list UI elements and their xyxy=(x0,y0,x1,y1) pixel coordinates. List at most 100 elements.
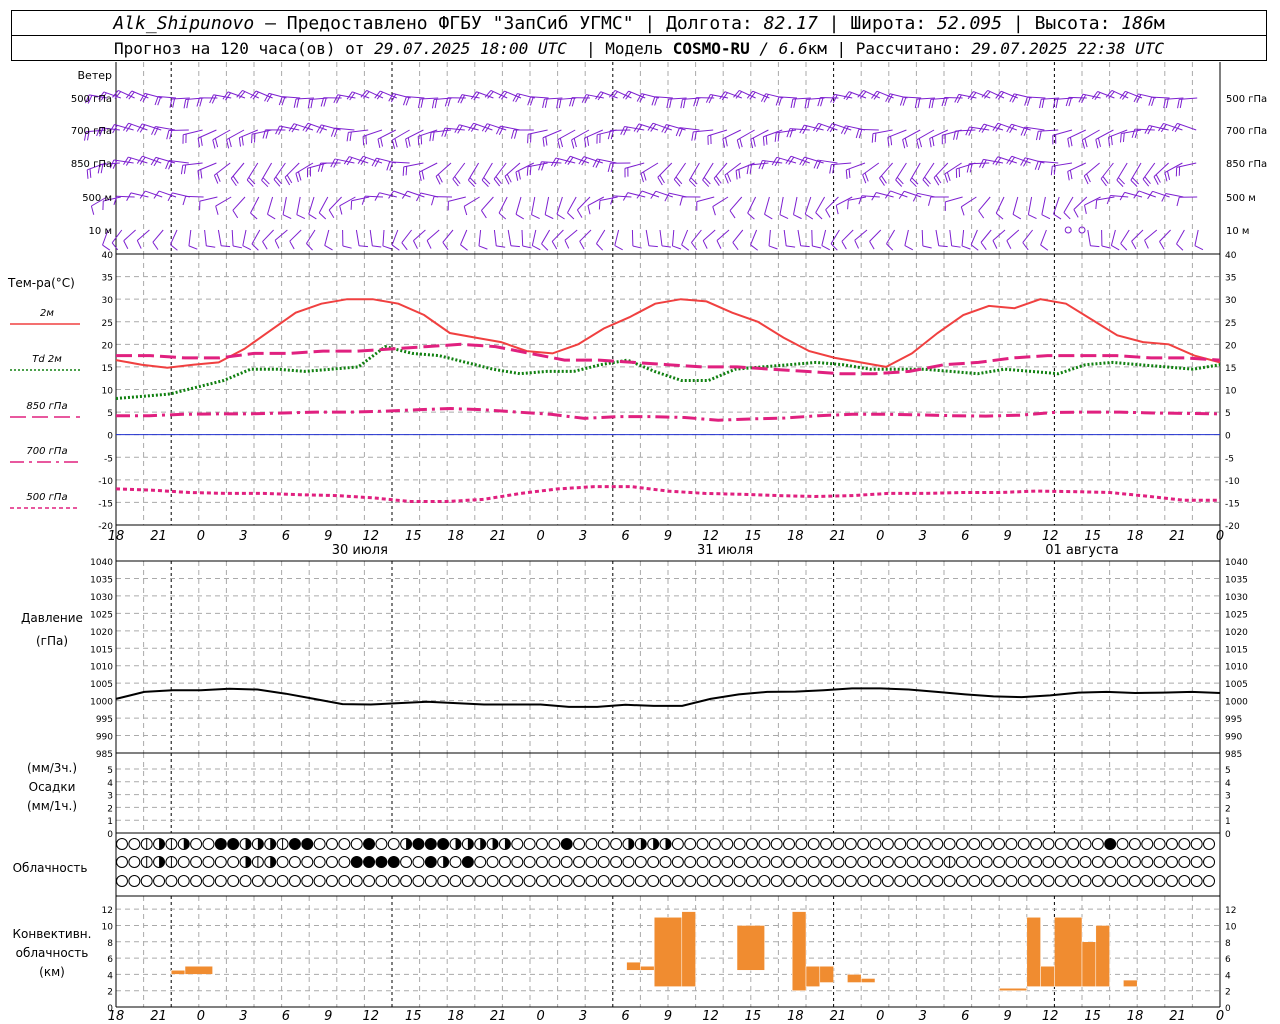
hour-tick-label: 12 xyxy=(362,1009,379,1024)
temp-tick-left: 20 xyxy=(102,341,114,351)
cloud-circle xyxy=(1091,838,1104,850)
cloud-circle xyxy=(1128,856,1141,868)
cloud-circle xyxy=(350,838,363,850)
wind-barb-feather xyxy=(890,136,893,146)
cloud-circle xyxy=(758,856,771,868)
precip-tick-right: 1 xyxy=(1225,817,1231,827)
cloud-circle xyxy=(400,875,413,887)
pressure-tick-right: 985 xyxy=(1225,750,1242,760)
hour-tick-label: 3 xyxy=(579,1009,587,1024)
wind-barb-feather xyxy=(541,161,545,171)
wind-barb-staff xyxy=(282,196,287,215)
hour-tick-label: 6 xyxy=(282,529,290,544)
wind-barb-feather xyxy=(1020,126,1026,136)
cloud-circle xyxy=(918,875,931,887)
pressure-title: Давление xyxy=(21,611,83,625)
cloud-circle xyxy=(881,838,894,850)
temp-tick-right: 5 xyxy=(1225,409,1231,419)
cloud-circle xyxy=(684,856,697,868)
wind-barb-staff xyxy=(732,229,744,243)
wind-barb-feather xyxy=(228,138,232,148)
cloud-circle xyxy=(1104,875,1117,887)
hour-tick-label: 18 xyxy=(787,529,804,544)
wind-barb-feather xyxy=(746,165,750,175)
convective-cloud-bars xyxy=(170,911,1138,991)
wind-barb-feather xyxy=(481,210,487,219)
wind-barb-feather xyxy=(732,242,739,251)
cloud-circle xyxy=(400,856,413,868)
wind-barb-feather xyxy=(330,127,335,137)
wind-barb-staff xyxy=(841,229,854,242)
wind-barb-feather xyxy=(1053,165,1056,175)
wind-barb-feather xyxy=(862,174,867,184)
wind-barb-feather xyxy=(296,98,300,108)
wind-barb-feather xyxy=(738,169,741,179)
wind-barb-feather xyxy=(403,96,407,106)
wind-barb-staff xyxy=(729,196,743,211)
wind-barb-feather xyxy=(764,213,773,220)
wind-barb-feather xyxy=(136,240,142,249)
wind-barb-feather xyxy=(970,244,979,251)
conv-tick-right: 12 xyxy=(1225,906,1236,916)
cloud-circle xyxy=(634,875,647,887)
cloud-circle xyxy=(993,856,1006,868)
cloud-circle xyxy=(955,856,968,868)
wind-barb-staff xyxy=(232,196,246,211)
wind-barb-feather xyxy=(1148,96,1153,106)
wind-barb-feather xyxy=(672,245,682,250)
cloud-circle xyxy=(486,856,499,868)
wind-barb-feather xyxy=(542,98,545,108)
cloud-circle xyxy=(424,838,437,850)
cloud-circle xyxy=(363,856,376,868)
cloud-circle xyxy=(128,838,141,850)
wind-barb-feather xyxy=(1095,199,1098,210)
hour-tick-label: 12 xyxy=(702,1009,719,1024)
wind-barb-feather xyxy=(712,206,716,216)
wind-barb-feather xyxy=(855,129,860,139)
wind-barb-staff xyxy=(507,229,512,246)
wind-barb-feather xyxy=(960,206,965,216)
wind-barb-staff xyxy=(289,229,302,242)
cloud-circle xyxy=(1153,856,1166,868)
cloud-circle xyxy=(227,875,240,887)
wind-barb-staff xyxy=(478,229,482,246)
cloud-circle xyxy=(671,838,684,850)
wind-barb-feather xyxy=(342,245,352,249)
cloud-circle xyxy=(313,875,326,887)
wind-barb-feather xyxy=(904,138,908,147)
cloud-half-fill xyxy=(257,838,264,850)
wind-barb-feather xyxy=(758,160,763,169)
wind-barb-feather xyxy=(420,98,424,108)
wind-barb-staff xyxy=(815,196,826,213)
wind-barb-feather xyxy=(1120,243,1128,251)
wind-barb-feather xyxy=(774,132,777,142)
wind-barb-feather xyxy=(200,169,203,179)
wind-barb-feather xyxy=(965,126,970,136)
wind-barb-feather xyxy=(951,245,961,248)
pressure-tick-right: 1020 xyxy=(1225,628,1248,638)
wind-barb-feather xyxy=(281,96,286,106)
cloud-circle xyxy=(437,875,450,887)
cloud-circle xyxy=(696,856,709,868)
wind-barb-feather xyxy=(681,244,690,251)
cloud-circle xyxy=(610,856,623,868)
precip-tick-right: 2 xyxy=(1225,804,1231,814)
wind-barb-feather xyxy=(1040,244,1049,251)
wind-barb-feather xyxy=(496,245,506,248)
temp-tick-right: -5 xyxy=(1225,454,1234,464)
pressure-tick-right: 1030 xyxy=(1225,593,1248,603)
cloud-circle xyxy=(573,875,586,887)
cloud-circle xyxy=(597,838,610,850)
hour-tick-label: 18 xyxy=(447,529,464,544)
wind-barb-feather xyxy=(869,241,875,250)
wind-barb-staff xyxy=(355,229,360,246)
cloud-circle xyxy=(165,875,178,887)
wind-barb-feather xyxy=(295,173,299,183)
cloud-half-fill xyxy=(480,838,486,850)
wind-barb-feather xyxy=(215,205,219,215)
cloud-circle xyxy=(795,875,808,887)
wind-barb-feather xyxy=(922,245,932,249)
wind-barb-feather xyxy=(216,173,221,182)
cloud-circle xyxy=(350,856,363,868)
wind-barb-feather xyxy=(829,164,832,174)
